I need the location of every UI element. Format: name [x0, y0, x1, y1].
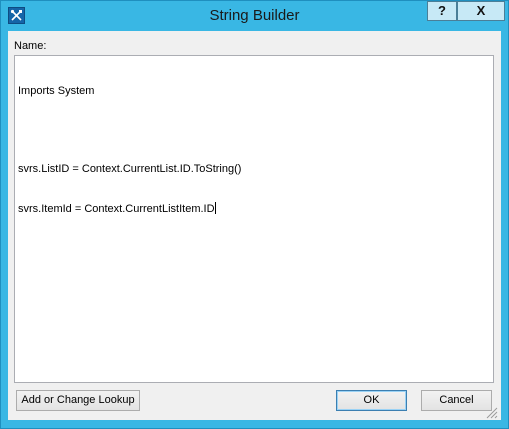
- ok-button[interactable]: OK: [336, 390, 407, 411]
- close-button[interactable]: X: [457, 1, 505, 21]
- cancel-button[interactable]: Cancel: [421, 390, 492, 411]
- title-bar[interactable]: String Builder ? X: [1, 1, 508, 31]
- code-line: Imports System: [18, 85, 95, 97]
- help-button[interactable]: ?: [427, 1, 457, 21]
- name-label: Name:: [14, 40, 47, 52]
- code-line: svrs.ItemId = Context.CurrentListItem.ID: [18, 203, 215, 215]
- string-builder-dialog: String Builder ? X Name: Imports System …: [0, 0, 509, 429]
- code-editor[interactable]: Imports System svrs.ListID = Context.Cur…: [14, 55, 494, 383]
- code-line-caret: svrs.ItemId = Context.CurrentListItem.ID: [18, 202, 490, 215]
- code-line: svrs.ListID = Context.CurrentList.ID.ToS…: [18, 163, 242, 175]
- text-caret: [214, 202, 216, 214]
- resize-grip-icon[interactable]: [486, 407, 498, 419]
- dialog-body: Name: Imports System svrs.ListID = Conte…: [8, 31, 501, 420]
- add-or-change-lookup-button[interactable]: Add or Change Lookup: [16, 390, 140, 411]
